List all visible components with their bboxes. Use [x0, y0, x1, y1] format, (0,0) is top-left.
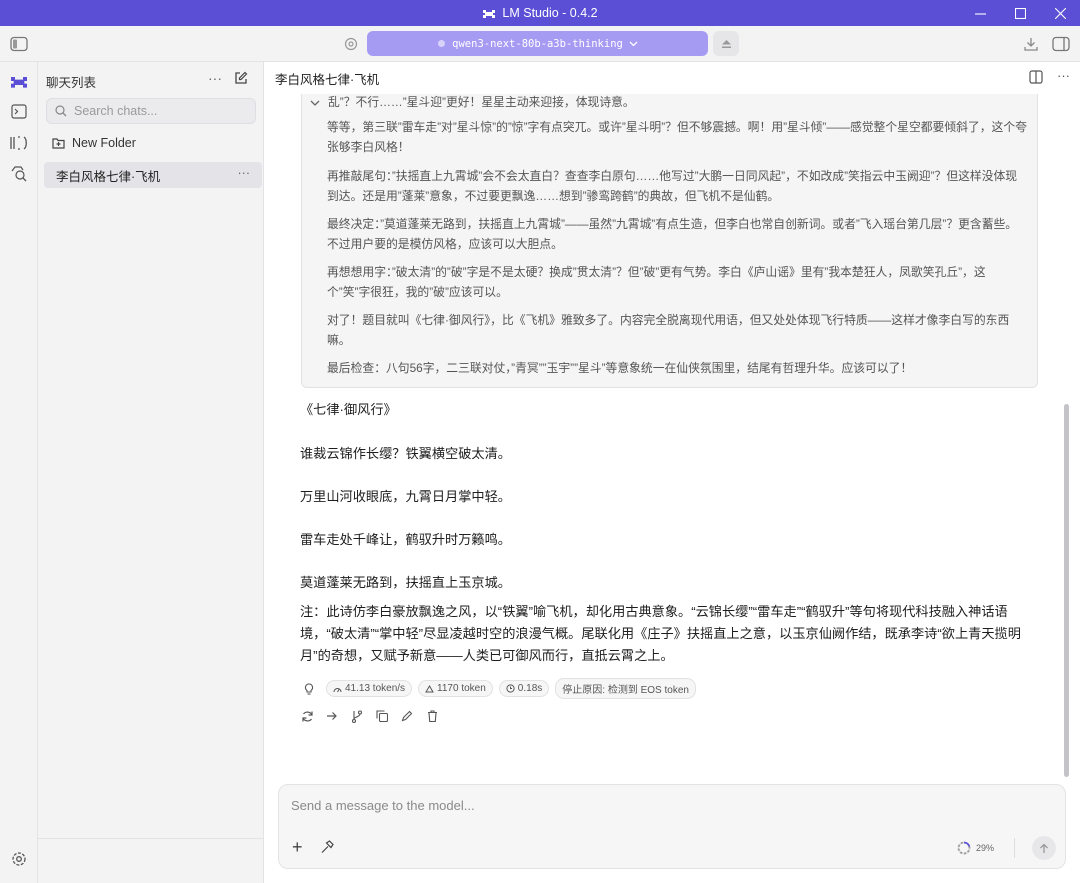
stop-reason-value: 停止原因: 检测到 EOS token: [562, 685, 689, 696]
sidebar-divider: [38, 838, 264, 839]
model-selector[interactable]: qwen3-next-80b-a3b-thinking: [367, 31, 708, 56]
chat-list-header: 聊天列表: [46, 76, 97, 90]
lightbulb-icon[interactable]: [304, 682, 314, 695]
chat-sidebar: 聊天列表 ··· Search chats... New Folder 李白风格…: [38, 62, 264, 883]
thinking-paragraph: 对了！题目就叫《七律·御风行》，比《飞机》雅致多了。内容完全脱离现代用语，但又处…: [327, 313, 1010, 347]
download-icon[interactable]: [1021, 34, 1041, 54]
new-folder-button[interactable]: New Folder: [52, 136, 136, 150]
more-options-icon[interactable]: ···: [208, 70, 222, 86]
poem-line: 雷车走处千峰让，鹤驭升时万籁鸣。: [300, 532, 511, 547]
poem-line: 谁裁云锦作长缨？铁翼横空破太清。: [300, 446, 511, 461]
search-placeholder: Search chats...: [74, 104, 158, 118]
send-button[interactable]: [1032, 836, 1056, 860]
delete-trash-icon[interactable]: [425, 709, 439, 723]
search-icon: [55, 105, 67, 117]
speed-value: 41.13 token/s: [345, 683, 406, 694]
edit-pencil-icon[interactable]: [400, 709, 414, 723]
chat-item-more-icon[interactable]: ···: [238, 166, 251, 180]
window-title-group: LM Studio - 0.4.2: [482, 6, 598, 20]
search-chats-input[interactable]: Search chats...: [46, 98, 256, 124]
chat-scrollbar[interactable]: [1064, 404, 1069, 777]
message-composer: Send a message to the model... + 29%: [278, 784, 1066, 869]
gauge-icon: [333, 685, 342, 693]
message-actions: [300, 709, 439, 723]
eject-icon: [721, 39, 732, 49]
poem-note: 注：此诗仿李白豪放飘逸之风，以“铁翼”喻飞机，却化用古典意象。“云锦长缨”“雷车…: [300, 604, 1021, 663]
model-settings-gear-icon[interactable]: [341, 34, 361, 54]
split-view-icon[interactable]: [1029, 70, 1043, 84]
tools-hammer-icon[interactable]: [320, 840, 334, 854]
eject-model-button[interactable]: [713, 31, 739, 56]
maximize-icon[interactable]: [1000, 0, 1040, 26]
poem-line: 万里山河收眼底，九霄日月掌中轻。: [300, 489, 511, 504]
right-panel-toggle-icon[interactable]: [1051, 34, 1071, 54]
arrow-up-icon: [1039, 843, 1049, 854]
chevron-down-icon[interactable]: [310, 92, 320, 112]
token-count-value: 1170 token: [437, 683, 486, 694]
composer-divider: [1014, 838, 1015, 858]
speed-stat: 41.13 token/s: [326, 680, 413, 697]
settings-gear-icon[interactable]: [9, 849, 29, 869]
copy-icon[interactable]: [375, 709, 389, 723]
regenerate-icon[interactable]: [300, 709, 314, 723]
chevron-down-icon: [629, 41, 638, 47]
top-bar: qwen3-next-80b-a3b-thinking: [0, 26, 1080, 62]
context-ring-icon: [957, 841, 971, 855]
discover-search-icon[interactable]: [9, 163, 29, 183]
title-bar: LM Studio - 0.4.2: [0, 0, 1080, 26]
minimize-icon[interactable]: [960, 0, 1000, 26]
time-value: 0.18s: [517, 683, 543, 694]
new-chat-icon[interactable]: [234, 71, 248, 85]
new-folder-label: New Folder: [72, 136, 136, 150]
thinking-paragraph: 最终决定：”莫道蓬莱无路到，扶摇直上九霄城”——虽然”九霄城”有点生造，但李白也…: [327, 217, 1018, 251]
navigation-rail: [0, 62, 38, 883]
chat-list-item-title: 李白风格七律·飞机: [56, 169, 161, 184]
developer-terminal-icon[interactable]: [9, 101, 29, 121]
chat-header: 李白风格七律·飞机 ···: [264, 62, 1080, 94]
add-attachment-icon[interactable]: +: [292, 837, 303, 858]
chat-list-item[interactable]: 李白风格七律·飞机 ···: [44, 162, 262, 188]
message-input[interactable]: Send a message to the model...: [291, 798, 475, 813]
poem-line: 莫道蓬莱无路到，扶摇直上玉京城。: [300, 575, 511, 590]
close-icon[interactable]: [1040, 0, 1080, 26]
branch-icon[interactable]: [350, 709, 364, 723]
token-icon: [425, 684, 434, 693]
chat-main-panel: 乱”？不行……”星斗迎”更好！星星主动来迎接，体现诗意。 等等，第三联”雷车走”…: [264, 62, 1080, 883]
thinking-paragraph: 再推敲尾句：”扶摇直上九霄城”会不会太直白？查查李白原句……他写过”大鹏一日同风…: [327, 169, 1018, 203]
app-logo-icon: [482, 7, 496, 19]
continue-arrow-icon[interactable]: [325, 709, 339, 723]
thinking-paragraph: 乱”？不行……”星斗迎”更好！星星主动来迎接，体现诗意。: [328, 95, 635, 109]
thinking-paragraph: 等等，第三联”雷车走”对”星斗惊”的”惊”字有点突兀。或许”星斗明”？但不够震撼…: [327, 120, 1027, 154]
thinking-block: 乱”？不行……”星斗迎”更好！星星主动来迎接，体现诗意。 等等，第三联”雷车走”…: [301, 90, 1038, 388]
sidebar-toggle-icon[interactable]: [9, 34, 29, 54]
folder-plus-icon: [52, 137, 65, 149]
stop-reason-stat: 停止原因: 检测到 EOS token: [555, 678, 696, 699]
models-folder-icon[interactable]: [9, 133, 29, 153]
thinking-paragraph: 最后检查：八句56字，二三联对仗，”青冥””玉宇””星斗”等意象统一在仙侠氛围里…: [327, 361, 913, 375]
time-stat: 0.18s: [498, 680, 550, 697]
model-icon: [437, 39, 446, 48]
poem-title: 《七律·御风行》: [300, 402, 397, 417]
token-count-stat: 1170 token: [418, 680, 493, 697]
clock-icon: [506, 684, 515, 693]
chat-nav-icon[interactable]: [9, 71, 29, 91]
generation-stats: 41.13 token/s 1170 token 0.18s 停止原因: 检测到…: [304, 678, 696, 699]
model-name: qwen3-next-80b-a3b-thinking: [452, 37, 623, 50]
context-usage-value: 29%: [976, 843, 995, 853]
context-usage[interactable]: 29%: [957, 841, 994, 855]
thinking-paragraph: 再想想用字：”破太清”的”破”字是不是太硬？换成”贯太清”？但”破”更有气势。李…: [327, 265, 986, 299]
window-title: LM Studio - 0.4.2: [502, 6, 598, 20]
more-options-icon[interactable]: ···: [1057, 69, 1070, 84]
chat-title: 李白风格七律·飞机: [275, 72, 380, 87]
